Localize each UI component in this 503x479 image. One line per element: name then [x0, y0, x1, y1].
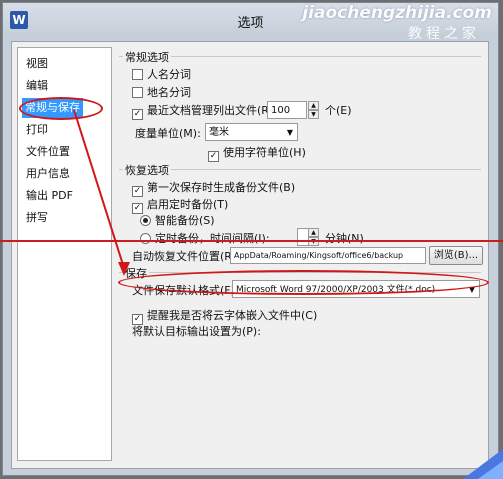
place-name-label: 地名分词 [147, 86, 191, 99]
place-name-row[interactable]: 地名分词 [132, 86, 191, 100]
recovery-options-group: 恢复选项 [119, 162, 481, 178]
annotation-ellipse-format [118, 270, 489, 295]
spin-up-icon[interactable]: ▲ [308, 101, 319, 110]
nav-item-output-pdf[interactable]: 输出 PDF [26, 186, 73, 206]
corner-decoration [463, 449, 503, 479]
minutes-label: 分钟(N) [325, 232, 364, 245]
default-target-label: 将默认目标输出设置为(P): [132, 325, 261, 338]
nav-item-file-location[interactable]: 文件位置 [26, 142, 70, 162]
auto-location-path[interactable]: AppData/Roaming/Kingsoft/office6/backup [230, 247, 426, 264]
cloud-fonts-label: 提醒我是否将云字体嵌入文件中(C) [147, 309, 318, 322]
interval-backup-label: 定时备份，时间间隔(I): [155, 232, 270, 245]
title-bar: W 选项 jiaochengzhijia.com 教程之家 [3, 3, 498, 42]
general-options-title: 常规选项 [123, 49, 171, 65]
recent-unit-label: 个(E) [325, 104, 352, 117]
nav-item-edit[interactable]: 编辑 [26, 76, 48, 96]
nav-item-view[interactable]: 视图 [26, 54, 48, 74]
nav-item-spelling[interactable]: 拼写 [26, 208, 48, 228]
person-name-label: 人名分词 [147, 68, 191, 81]
place-name-checkbox[interactable] [132, 87, 143, 98]
watermark-sub: 教程之家 [408, 26, 480, 42]
interval-spin-up-icon[interactable]: ▲ [308, 228, 319, 237]
char-unit-row[interactable]: ✓ 使用字符单位(H) [208, 146, 306, 162]
annotation-horizontal-line [0, 240, 503, 242]
general-options-group: 常规选项 [119, 49, 481, 65]
char-unit-label: 使用字符单位(H) [223, 146, 306, 159]
measure-unit-label: 度量单位(M): [135, 127, 201, 140]
interval-backup-radio[interactable] [140, 233, 151, 244]
dialog-client: 视图 编辑 常规与保存 打印 文件位置 用户信息 输出 PDF 拼写 常规选项 … [11, 41, 489, 469]
timed-backup-row[interactable]: ✓ 启用定时备份(T) [132, 198, 228, 214]
recovery-options-title: 恢复选项 [123, 162, 171, 178]
options-dialog: W 选项 jiaochengzhijia.com 教程之家 视图 编辑 常规与保… [2, 2, 499, 476]
recent-files-label: 最近文档管理列出文件(R): [147, 104, 277, 117]
smart-backup-radio[interactable] [140, 215, 151, 226]
measure-unit-value: 毫米 [209, 127, 229, 138]
timed-backup-label: 启用定时备份(T) [147, 198, 229, 211]
char-unit-checkbox[interactable]: ✓ [208, 151, 219, 162]
measure-unit-select[interactable]: 毫米 ▼ [205, 123, 298, 141]
auto-location-label: 自动恢复文件位置(R): [132, 250, 240, 263]
options-nav-list: 视图 编辑 常规与保存 打印 文件位置 用户信息 输出 PDF 拼写 [17, 47, 112, 461]
timed-backup-checkbox[interactable]: ✓ [132, 203, 143, 214]
recent-count-input[interactable]: 100 [267, 101, 307, 119]
person-name-checkbox[interactable] [132, 69, 143, 80]
recent-files-checkbox[interactable]: ✓ [132, 109, 143, 120]
interval-backup-row[interactable]: 定时备份，时间间隔(I): [140, 232, 270, 246]
nav-item-print[interactable]: 打印 [26, 120, 48, 140]
person-name-row[interactable]: 人名分词 [132, 68, 191, 82]
nav-item-user-info[interactable]: 用户信息 [26, 164, 70, 184]
smart-backup-row[interactable]: 智能备份(S) [140, 214, 215, 228]
first-backup-row[interactable]: ✓ 第一次保存时生成备份文件(B) [132, 181, 295, 197]
first-backup-label: 第一次保存时生成备份文件(B) [147, 181, 296, 194]
browse-button[interactable]: 浏览(B)... [429, 246, 483, 265]
smart-backup-label: 智能备份(S) [155, 214, 215, 227]
chevron-down-icon: ▼ [286, 128, 293, 137]
recent-files-row[interactable]: ✓ 最近文档管理列出文件(R): [132, 104, 277, 120]
watermark: jiaochengzhijia.com [302, 3, 492, 23]
spin-down-icon[interactable]: ▼ [308, 110, 319, 119]
annotation-ellipse-nav [19, 97, 103, 120]
cloud-fonts-checkbox[interactable]: ✓ [132, 314, 143, 325]
first-backup-checkbox[interactable]: ✓ [132, 186, 143, 197]
cloud-fonts-row[interactable]: ✓ 提醒我是否将云字体嵌入文件中(C) [132, 309, 317, 325]
